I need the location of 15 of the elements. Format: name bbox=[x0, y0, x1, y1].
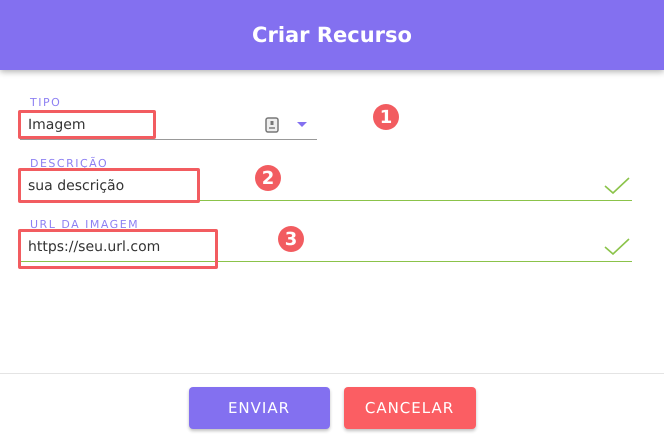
step-number: 1 bbox=[373, 104, 399, 130]
input-value[interactable]: https://seu.url.com bbox=[28, 238, 160, 254]
input-value[interactable]: sua descrição bbox=[28, 178, 124, 194]
check-icon bbox=[604, 176, 630, 194]
badge-icon bbox=[265, 116, 279, 132]
step-number: 3 bbox=[278, 226, 304, 252]
field-label: URL DA IMAGEM bbox=[30, 218, 140, 232]
submit-button[interactable]: ENVIAR bbox=[188, 387, 330, 429]
field-label: TIPO bbox=[30, 96, 62, 110]
dialog-title: Criar Recurso bbox=[252, 23, 412, 47]
field-label: DESCRIÇÃO bbox=[30, 157, 110, 171]
caret-icon bbox=[297, 122, 307, 128]
select-value[interactable]: Imagem bbox=[28, 116, 86, 132]
step-number: 2 bbox=[255, 165, 281, 191]
check-icon bbox=[604, 238, 630, 256]
